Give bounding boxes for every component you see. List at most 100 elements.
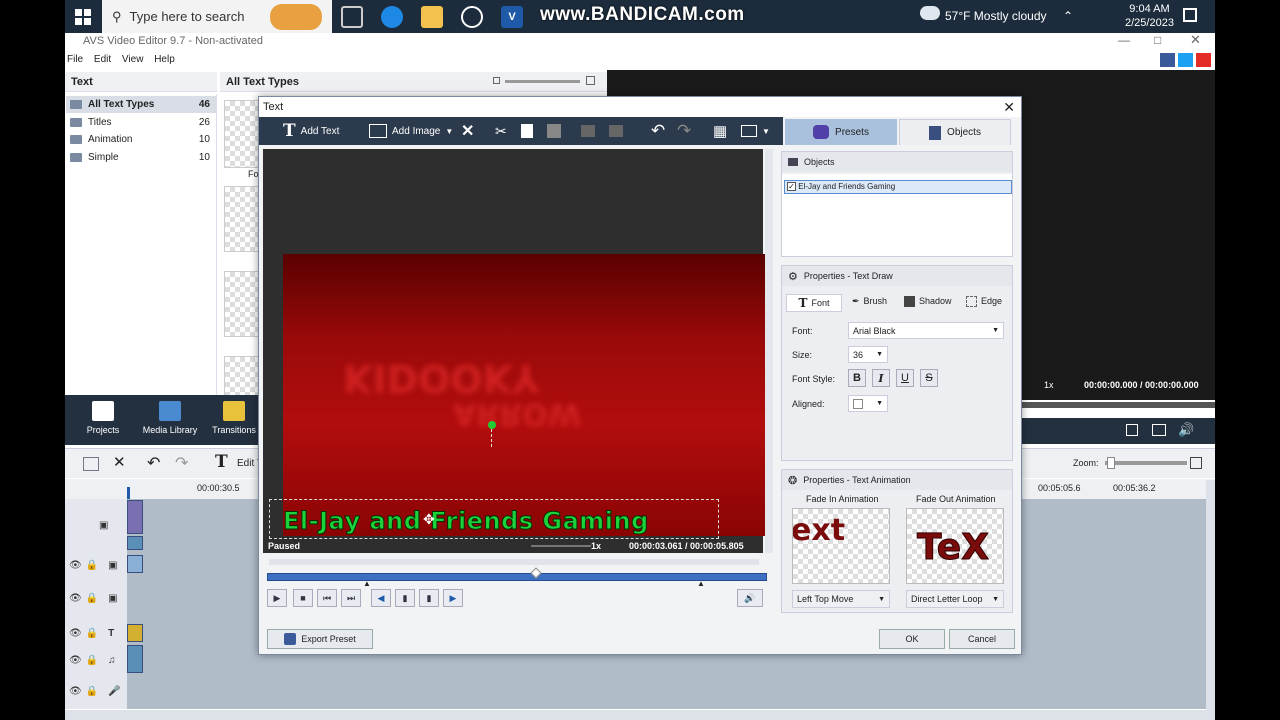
minimize-icon[interactable]: — xyxy=(1118,33,1130,47)
fade-in-marker[interactable]: ▲ xyxy=(363,579,371,588)
snapshot-icon[interactable] xyxy=(1152,424,1166,436)
fade-in-preview[interactable]: ext xyxy=(792,508,890,584)
subtab-font[interactable]: T Font xyxy=(786,294,842,312)
volume-icon[interactable]: 🔊 xyxy=(737,589,763,607)
text-preset-thumb[interactable] xyxy=(224,100,260,168)
fade-in-select[interactable]: Left Top Move ▼ xyxy=(792,590,890,608)
text-clip[interactable] xyxy=(127,624,143,642)
dialog-close-icon[interactable]: ✕ xyxy=(1003,99,1015,116)
category-simple[interactable]: Simple 10 xyxy=(66,149,216,166)
facebook-icon[interactable] xyxy=(1160,53,1175,67)
text-preview-canvas[interactable]: KIDOOKY ARROW El-Jay and Friends Gaming … xyxy=(263,149,765,553)
subtab-edge[interactable]: Edge xyxy=(966,296,1002,307)
strikethrough-button[interactable]: S xyxy=(920,369,938,387)
send-backward-icon[interactable] xyxy=(609,121,623,141)
object-list-item[interactable]: ✓ El-Jay and Friends Gaming xyxy=(784,180,1012,194)
bold-button[interactable]: B xyxy=(848,369,866,387)
mark-in-icon[interactable]: ▮ xyxy=(395,589,415,607)
display-options-icon[interactable]: ▼ xyxy=(741,121,770,141)
menu-file[interactable]: File xyxy=(67,54,83,65)
seek-bar[interactable] xyxy=(267,573,767,581)
menu-help[interactable]: Help xyxy=(154,54,175,65)
tab-presets[interactable]: Presets xyxy=(785,119,897,145)
thumb-size-slider[interactable] xyxy=(505,80,580,83)
fit-timeline-icon[interactable] xyxy=(1190,457,1202,469)
grid-icon[interactable]: ▦ xyxy=(713,121,727,141)
storyboard-icon[interactable] xyxy=(83,457,99,471)
delete-icon[interactable]: ✕ xyxy=(113,453,126,471)
undo-icon[interactable]: ↶ xyxy=(147,453,160,473)
transitions-tool[interactable]: Transitions xyxy=(204,401,264,435)
delete-object-icon[interactable]: ✕ xyxy=(461,121,474,141)
bring-forward-icon[interactable] xyxy=(581,121,595,141)
zoom-slider[interactable] xyxy=(1105,461,1187,465)
preview-vertical-scrollbar[interactable] xyxy=(765,149,773,553)
horizontal-scroll[interactable] xyxy=(269,559,759,565)
lock-icon[interactable]: 🔒 xyxy=(86,593,98,604)
eye-icon[interactable]: 👁 xyxy=(69,655,82,666)
ok-button[interactable]: OK xyxy=(879,629,945,649)
mark-out-icon[interactable]: ▮ xyxy=(419,589,439,607)
eye-icon[interactable]: 👁 xyxy=(69,628,82,639)
subtab-brush[interactable]: ✒ Brush xyxy=(852,296,887,307)
category-all-text-types[interactable]: All Text Types 46 xyxy=(66,96,216,113)
main-seek-bar[interactable] xyxy=(1020,402,1215,408)
rotate-handle[interactable] xyxy=(488,421,496,429)
zoom-slider-thumb[interactable] xyxy=(1107,457,1115,469)
chevron-up-icon[interactable]: ⌃ xyxy=(1063,9,1073,23)
close-window-icon[interactable]: ✕ xyxy=(1190,32,1201,48)
video-clip[interactable] xyxy=(127,500,143,534)
fade-out-select[interactable]: Direct Letter Loop ▼ xyxy=(906,590,1004,608)
projects-tool[interactable]: Projects xyxy=(73,401,133,435)
undo-icon[interactable]: ↶ xyxy=(651,121,665,141)
font-size-select[interactable]: 36 ▼ xyxy=(848,346,888,363)
export-preset-button[interactable]: Export Preset xyxy=(267,629,373,649)
speed-slider[interactable] xyxy=(531,545,591,547)
text-preset-thumb[interactable] xyxy=(224,186,260,252)
stop-icon[interactable]: ■ xyxy=(293,589,313,607)
lock-icon[interactable]: 🔒 xyxy=(86,560,98,571)
maximize-icon[interactable]: □ xyxy=(1154,33,1161,47)
menu-view[interactable]: View xyxy=(122,54,144,65)
text-preset-thumb[interactable] xyxy=(224,271,260,337)
copy-icon[interactable] xyxy=(521,121,533,141)
tab-objects[interactable]: Objects xyxy=(899,119,1011,145)
play-icon[interactable]: ▶ xyxy=(267,589,287,607)
effect-clip[interactable] xyxy=(127,555,143,573)
add-text-button[interactable]: T Add Text xyxy=(283,121,339,141)
notification-icon[interactable] xyxy=(1183,8,1197,22)
add-image-button[interactable]: Add Image ▼ xyxy=(369,121,453,141)
text-preset-thumb[interactable] xyxy=(224,356,260,396)
media-library-tool[interactable]: Media Library xyxy=(140,401,200,435)
jump-start-icon[interactable]: ◀ xyxy=(371,589,391,607)
edge-browser-icon[interactable] xyxy=(381,6,403,28)
italic-button[interactable]: I xyxy=(872,369,890,387)
alignment-select[interactable]: ▼ xyxy=(848,395,888,412)
cancel-button[interactable]: Cancel xyxy=(949,629,1015,649)
tracks-vertical-scrollbar[interactable] xyxy=(1206,480,1215,710)
fullscreen-icon[interactable] xyxy=(1126,424,1138,436)
lock-icon[interactable]: 🔒 xyxy=(86,628,98,639)
jump-end-icon[interactable]: ▶ xyxy=(443,589,463,607)
music-clip[interactable] xyxy=(127,645,143,673)
timeline-scrollbar[interactable] xyxy=(65,710,1215,720)
twitter-icon[interactable] xyxy=(1178,53,1193,67)
volume-icon[interactable]: 🔊 xyxy=(1178,422,1194,438)
lock-icon[interactable]: 🔒 xyxy=(86,686,98,697)
subtab-shadow[interactable]: Shadow xyxy=(904,296,952,307)
audio-clip[interactable] xyxy=(127,536,143,550)
next-frame-icon[interactable]: ⏭ xyxy=(341,589,361,607)
file-explorer-icon[interactable] xyxy=(421,6,443,28)
taskbar-clock[interactable]: 9:04 AM 2/25/2023 xyxy=(1125,2,1174,30)
cut-icon[interactable]: ✂ xyxy=(495,121,507,141)
avs-video-icon[interactable]: V xyxy=(501,6,523,28)
eye-icon[interactable]: 👁 xyxy=(69,593,82,604)
redo-icon[interactable]: ↷ xyxy=(175,453,188,473)
eye-icon[interactable]: 👁 xyxy=(69,560,82,571)
eye-icon[interactable]: 👁 xyxy=(69,686,82,697)
checkbox-checked[interactable]: ✓ xyxy=(787,182,796,191)
lock-icon[interactable]: 🔒 xyxy=(86,655,98,666)
weather-text[interactable]: 57°F Mostly cloudy xyxy=(945,9,1047,23)
task-view-icon[interactable] xyxy=(341,6,363,28)
font-family-select[interactable]: Arial Black ▼ xyxy=(848,322,1004,339)
